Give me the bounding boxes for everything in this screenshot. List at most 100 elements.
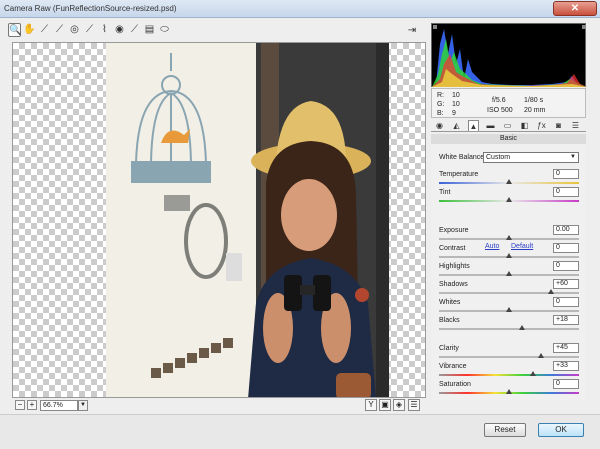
clarity-slider-thumb[interactable] bbox=[538, 353, 545, 358]
vibrance-label: Vibrance bbox=[439, 363, 467, 370]
highlights-label: Highlights bbox=[439, 263, 470, 270]
highlights-value-field[interactable]: 0 bbox=[553, 261, 579, 271]
adjustment-brush-tool-icon[interactable]: ⟋ bbox=[128, 23, 141, 37]
shadows-slider-row: Shadows +60 bbox=[439, 279, 579, 298]
graduated-filter-tool-icon[interactable]: ▤ bbox=[143, 23, 156, 37]
blacks-value-field[interactable]: +18 bbox=[553, 315, 579, 325]
blacks-slider-row: Blacks +18 bbox=[439, 315, 579, 334]
panel-tab-9-icon[interactable]: ☰ bbox=[570, 120, 581, 131]
temperature-value-field[interactable]: 0 bbox=[553, 169, 579, 179]
chevron-down-icon: ▼ bbox=[570, 154, 576, 160]
exposure-label: Exposure bbox=[439, 227, 469, 234]
zoom-dropdown-icon[interactable]: ▼ bbox=[78, 400, 88, 411]
red-eye-tool-icon[interactable]: ◉ bbox=[113, 23, 126, 37]
panel-tab-5-icon[interactable]: ▭ bbox=[502, 120, 513, 131]
white-balance-value: Custom bbox=[486, 154, 511, 161]
b-value: 9 bbox=[452, 110, 456, 117]
zoom-in-button[interactable]: + bbox=[27, 400, 37, 410]
whites-label: Whites bbox=[439, 299, 461, 306]
b-label: B: bbox=[437, 110, 444, 117]
view-toggle-button-4[interactable]: ☰ bbox=[408, 399, 420, 411]
saturation-slider-thumb[interactable] bbox=[506, 389, 512, 394]
vibrance-slider-track[interactable] bbox=[439, 374, 579, 376]
exposure-slider-row: Exposure 0.00 bbox=[439, 225, 579, 244]
shutter-speed: 1/80 s bbox=[524, 97, 544, 104]
white-balance-tool-icon[interactable]: ⟋ bbox=[38, 23, 51, 37]
window-title: Camera Raw (FunReflectionSource-resized.… bbox=[4, 4, 177, 13]
whites-slider-thumb[interactable] bbox=[506, 307, 512, 312]
tool-row: 🔍 ✋ ⟋ ⟋ ◎ ⟋ ⌇ ◉ ⟋ ▤ ⬭ bbox=[8, 23, 423, 40]
clarity-slider-row: Clarity +45 bbox=[439, 343, 579, 362]
contrast-slider-thumb[interactable] bbox=[506, 253, 512, 258]
status-bar: − + 66.7% ▼ Y ▣ ◈ ☰ bbox=[12, 399, 426, 413]
reset-button[interactable]: Reset bbox=[484, 423, 526, 437]
panel-tab-8-icon[interactable]: ◙ bbox=[553, 120, 564, 131]
straighten-tool-icon[interactable]: ⟋ bbox=[83, 23, 96, 37]
tint-value-field[interactable]: 0 bbox=[553, 187, 579, 197]
vibrance-value-field[interactable]: +33 bbox=[553, 361, 579, 371]
saturation-value-field[interactable]: 0 bbox=[553, 379, 579, 389]
view-toggle-button-2[interactable]: ▣ bbox=[379, 399, 391, 411]
shadows-label: Shadows bbox=[439, 281, 468, 288]
camera-raw-dialog: Camera Raw (FunReflectionSource-resized.… bbox=[0, 0, 600, 449]
photo-illustration bbox=[106, 43, 389, 397]
histogram bbox=[431, 23, 587, 87]
panel-tab-3-icon[interactable]: ▲ bbox=[468, 120, 479, 131]
highlights-slider-row: Highlights 0 bbox=[439, 261, 579, 280]
temperature-slider-thumb[interactable] bbox=[506, 179, 512, 184]
blacks-slider-track[interactable] bbox=[439, 328, 579, 330]
exposure-slider-thumb[interactable] bbox=[506, 235, 512, 240]
color-sampler-tool-icon[interactable]: ⟋ bbox=[53, 23, 66, 37]
dialog-footer: Reset OK bbox=[0, 414, 600, 449]
rgb-readout: R: 10 G: 10 B: 9 f/5.6 1/80 s ISO 500 20… bbox=[431, 88, 586, 118]
ok-button[interactable]: OK bbox=[538, 423, 584, 437]
r-label: R: bbox=[437, 92, 444, 99]
panel-tab-6-icon[interactable]: ◧ bbox=[519, 120, 530, 131]
close-button[interactable]: ✕ bbox=[553, 1, 597, 16]
g-label: G: bbox=[437, 101, 445, 108]
spot-removal-tool-icon[interactable]: ⌇ bbox=[98, 23, 111, 37]
zoom-level-field[interactable]: 66.7% bbox=[40, 400, 78, 411]
blacks-label: Blacks bbox=[439, 317, 460, 324]
shadows-slider-track[interactable] bbox=[439, 292, 579, 294]
view-toggle-button-1[interactable]: Y bbox=[365, 399, 377, 411]
targeted-adjustment-tool-icon[interactable]: ◎ bbox=[68, 23, 81, 37]
clarity-slider-track[interactable] bbox=[439, 356, 579, 358]
fullscreen-toggle-icon[interactable]: ⇥ bbox=[405, 25, 419, 39]
blacks-slider-thumb[interactable] bbox=[518, 325, 525, 330]
vibrance-slider-thumb[interactable] bbox=[529, 371, 536, 376]
contrast-value-field[interactable]: 0 bbox=[553, 243, 579, 253]
title-bar: Camera Raw (FunReflectionSource-resized.… bbox=[0, 0, 600, 18]
shadows-value-field[interactable]: +60 bbox=[553, 279, 579, 289]
white-balance-label: White Balance: bbox=[439, 154, 487, 161]
clarity-value-field[interactable]: +45 bbox=[553, 343, 579, 353]
highlights-slider-thumb[interactable] bbox=[506, 271, 512, 276]
panel-title: Basic bbox=[431, 134, 586, 144]
saturation-slider-row: Saturation 0 bbox=[439, 379, 579, 398]
panel-tab-2-icon[interactable]: ◭ bbox=[451, 120, 462, 131]
image-canvas[interactable] bbox=[12, 42, 426, 398]
exposure-value-field[interactable]: 0.00 bbox=[553, 225, 579, 235]
white-balance-select[interactable]: Custom ▼ bbox=[483, 152, 579, 163]
hand-tool-icon[interactable]: ✋ bbox=[23, 23, 36, 37]
radial-filter-tool-icon[interactable]: ⬭ bbox=[158, 23, 171, 37]
zoom-out-button[interactable]: − bbox=[15, 400, 25, 410]
panel-tab-4-icon[interactable]: ▬ bbox=[485, 120, 496, 131]
contrast-slider-row: Contrast 0 bbox=[439, 243, 579, 262]
shadows-slider-thumb[interactable] bbox=[548, 289, 554, 294]
panel-tab-1-icon[interactable]: ◉ bbox=[434, 120, 445, 131]
panel-tab-strip: ◉ ◭ ▲ ▬ ▭ ◧ ƒx ◙ ☰ bbox=[431, 120, 586, 132]
basic-panel: White Balance: Custom ▼ Auto Default Tem… bbox=[431, 144, 586, 400]
vibrance-slider-row: Vibrance +33 bbox=[439, 361, 579, 380]
zoom-tool-icon[interactable]: 🔍 bbox=[8, 23, 21, 37]
g-value: 10 bbox=[452, 101, 460, 108]
temperature-label: Temperature bbox=[439, 171, 479, 178]
contrast-label: Contrast bbox=[439, 245, 466, 252]
histogram-graph bbox=[432, 25, 587, 87]
whites-value-field[interactable]: 0 bbox=[553, 297, 579, 307]
view-toggle-button-3[interactable]: ◈ bbox=[393, 399, 405, 411]
tint-slider-row: Tint 0 bbox=[439, 187, 579, 206]
tint-slider-thumb[interactable] bbox=[506, 197, 512, 202]
panel-tab-7-icon[interactable]: ƒx bbox=[536, 120, 547, 131]
iso: ISO 500 bbox=[487, 107, 513, 114]
